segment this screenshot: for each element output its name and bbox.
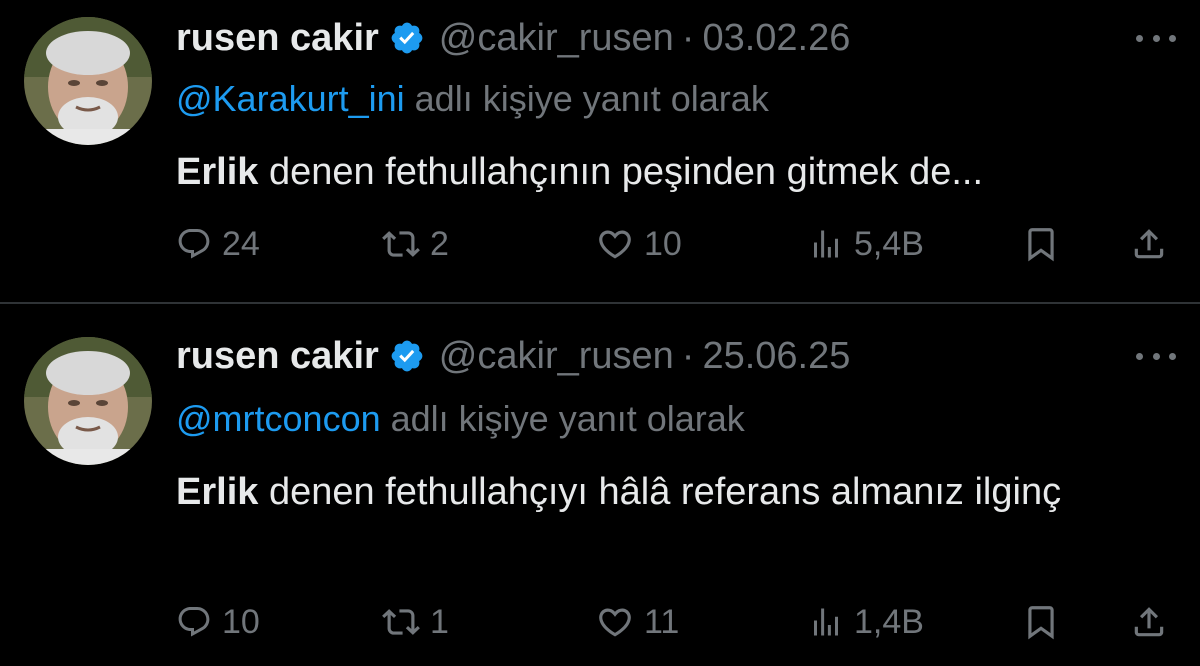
retweet-button[interactable]: 1 [382,596,449,648]
verified-badge-icon[interactable] [389,20,425,56]
views-icon [808,226,844,262]
reply-mention-link[interactable]: @mrtconcon [176,398,381,439]
bookmark-button[interactable] [1022,218,1060,270]
views-button[interactable]: 5,4B [808,218,924,270]
bookmark-icon [1022,225,1060,263]
share-button[interactable] [1130,596,1168,648]
user-handle[interactable]: @cakir_rusen [439,335,674,378]
reply-context: @Karakurt_ini adlı kişiye yanıt olarak [176,78,769,120]
tweet-actions: 10 1 11 1,4B [176,596,1176,648]
tweet-header: rusen cakir @cakir_rusen · 25.06.25 [176,334,1120,378]
tweet-text-bold: Erlik [176,471,259,513]
share-icon [1130,603,1168,641]
display-name[interactable]: rusen cakir [176,335,379,378]
share-button[interactable] [1130,218,1168,270]
user-handle[interactable]: @cakir_rusen [439,17,674,60]
reply-mention-link[interactable]: @Karakurt_ini [176,78,405,119]
like-button[interactable]: 11 [596,596,679,648]
like-button[interactable]: 10 [596,218,682,270]
like-icon [596,603,634,641]
reply-icon [176,226,212,262]
reply-button[interactable]: 24 [176,218,260,270]
like-count: 10 [644,224,682,263]
reply-suffix: adlı kişiye yanıt olarak [390,398,745,439]
separator-dot: · [681,16,695,59]
reply-icon [176,604,212,640]
verified-badge-icon[interactable] [389,338,425,374]
avatar[interactable] [24,337,152,465]
avatar[interactable] [24,17,152,145]
views-icon [808,604,844,640]
tweet-date[interactable]: 25.06.25 [702,335,850,378]
reply-context: @mrtconcon adlı kişiye yanıt olarak [176,398,745,440]
like-icon [596,225,634,263]
tweet-actions: 24 2 10 5,4B [176,218,1176,270]
reply-button[interactable]: 10 [176,596,260,648]
retweet-icon [382,603,420,641]
more-options-icon[interactable] [1136,28,1176,48]
retweet-icon [382,225,420,263]
reply-count: 10 [222,602,260,641]
tweet[interactable]: rusen cakir @cakir_rusen · 25.06.25 @mrt… [0,304,1200,666]
tweet[interactable]: rusen cakir @cakir_rusen · 03.02.26 @Kar… [0,0,1200,302]
tweet-text-body: denen fethullahçıyı hâlâ referans almanı… [258,471,1062,513]
retweet-count: 2 [430,224,449,263]
tweet-header: rusen cakir @cakir_rusen · 03.02.26 [176,16,1120,60]
more-options-icon[interactable] [1136,346,1176,366]
like-count: 11 [644,602,680,641]
tweet-text: Erlik denen fethullahçıyı hâlâ referans … [176,466,1136,518]
reply-count: 24 [222,224,260,263]
tweet-text-body: denen fethullahçının peşinden gitmek de.… [258,151,984,193]
bookmark-button[interactable] [1022,596,1060,648]
bookmark-icon [1022,603,1060,641]
tweet-text: Erlik denen fethullahçının peşinden gitm… [176,146,1136,198]
views-button[interactable]: 1,4B [808,596,924,648]
reply-suffix: adlı kişiye yanıt olarak [414,78,769,119]
display-name[interactable]: rusen cakir [176,17,379,60]
views-count: 1,4B [854,602,924,641]
tweet-text-bold: Erlik [176,151,259,193]
retweet-button[interactable]: 2 [382,218,449,270]
views-count: 5,4B [854,224,924,263]
tweet-date[interactable]: 03.02.26 [702,17,850,60]
separator-dot: · [681,334,695,377]
retweet-count: 1 [430,602,449,641]
share-icon [1130,225,1168,263]
